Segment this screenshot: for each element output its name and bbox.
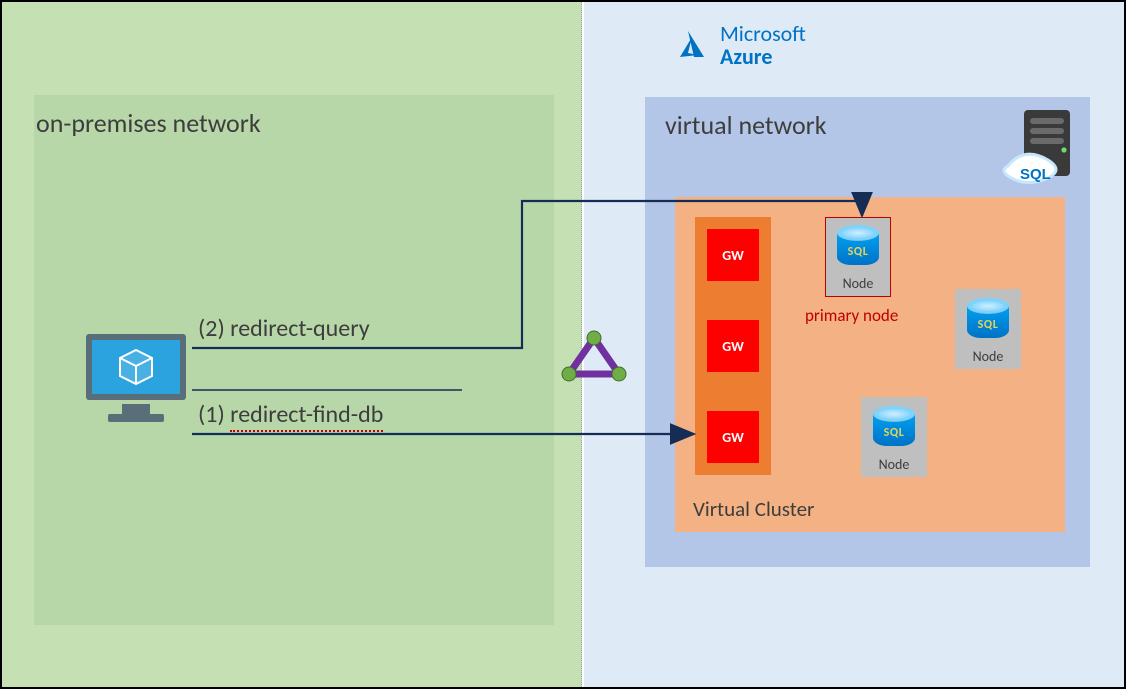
sql-label: SQL: [967, 318, 1009, 332]
label-redirect-query: (2) redirect-query: [198, 314, 370, 343]
virtual-cluster-label: Virtual Cluster: [693, 496, 814, 522]
virtual-cluster-box: Virtual Cluster GW GW GW SQL Node primar…: [675, 197, 1065, 532]
client-computer-icon: [82, 330, 190, 428]
azure-brand-line2: Azure: [720, 43, 772, 70]
label-redirect-find-db: (1) redirect-find-db: [198, 400, 383, 429]
onprem-title: on-premises network: [36, 107, 261, 139]
sql-db-icon: SQL: [873, 406, 915, 452]
node-3: SQL Node: [861, 397, 927, 477]
gateway-1: GW: [707, 229, 759, 281]
node-caption: Node: [843, 275, 874, 292]
azure-icon: [674, 27, 710, 63]
gateway-2: GW: [707, 320, 759, 372]
load-balancer-icon: [559, 330, 629, 386]
sql-label: SQL: [873, 426, 915, 440]
sql-db-icon: SQL: [967, 298, 1009, 344]
sql-server-icon: SQL: [1002, 110, 1082, 200]
azure-logo: Microsoft Azure: [674, 22, 806, 68]
label-redirect-find-db-text: redirect-find-db: [230, 400, 383, 432]
node-caption: Node: [879, 456, 910, 473]
gateway-3: GW: [707, 411, 759, 463]
node-primary: SQL Node: [825, 217, 891, 297]
gateway-column: GW GW GW: [695, 217, 771, 475]
svg-text:SQL: SQL: [1020, 166, 1051, 183]
primary-node-label: primary node: [805, 305, 898, 326]
node-2: SQL Node: [955, 289, 1021, 369]
diagram-canvas: on-premises network Microsoft Azure virt…: [0, 0, 1126, 689]
sql-label: SQL: [837, 245, 879, 259]
node-caption: Node: [973, 348, 1004, 365]
sql-db-icon: SQL: [837, 225, 879, 271]
label-redirect-find-db-prefix: (1): [198, 400, 230, 429]
virtual-network-title: virtual network: [665, 109, 827, 141]
